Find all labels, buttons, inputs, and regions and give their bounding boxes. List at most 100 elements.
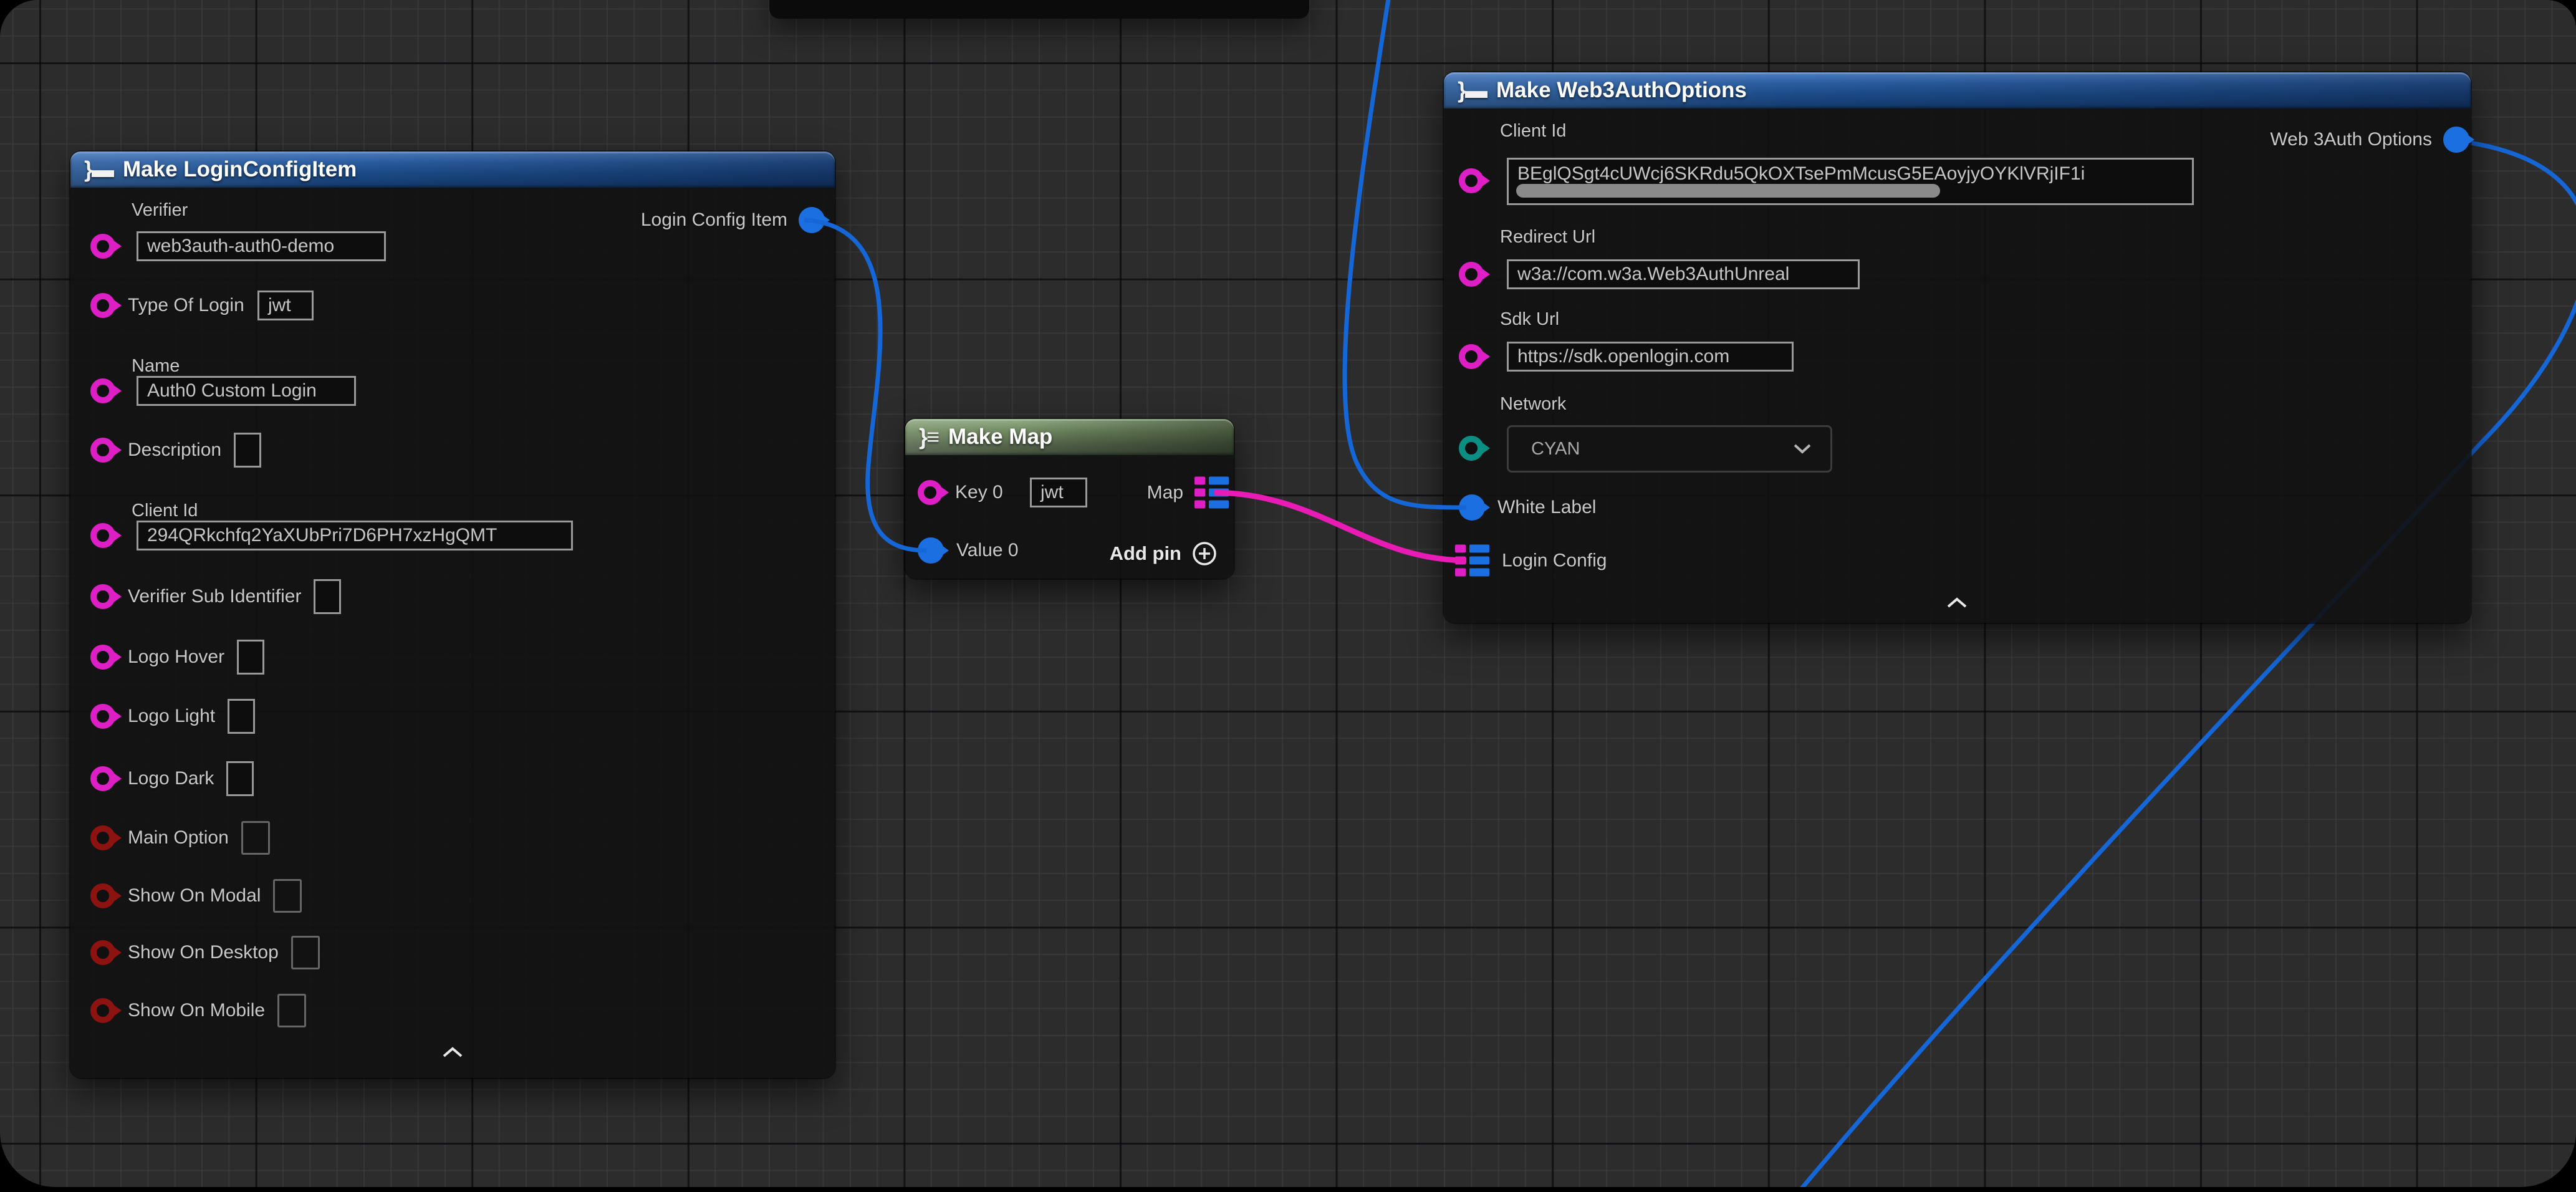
client-id-input[interactable]: 294QRkchfq2YaXUbPri7D6PH7xzHgQMT: [137, 521, 573, 550]
white-label-row: White Label: [1459, 494, 1596, 521]
redirect-url-pin[interactable]: [1459, 262, 1484, 287]
graph-canvas[interactable]: }▬ Make LoginConfigItem Login Config Ite…: [0, 0, 2576, 1187]
description-label: Description: [128, 440, 221, 461]
collapse-node-chevron-icon[interactable]: [1946, 597, 1968, 608]
offscreen-node-bottom-edge[interactable]: [769, 0, 1309, 19]
client-id-scrollbar[interactable]: [1516, 184, 1940, 198]
logo-light-pin[interactable]: [90, 704, 115, 729]
node-header-make-web3authoptions[interactable]: }▬ Make Web3AuthOptions: [1444, 72, 2471, 108]
login-config-pin[interactable]: [1455, 545, 1489, 577]
description-row: Description: [90, 433, 261, 468]
verifier-sub-identifier-row: Verifier Sub Identifier: [90, 579, 341, 614]
show-on-mobile-row: Show On Mobile: [90, 994, 306, 1027]
show-on-desktop-row: Show On Desktop: [90, 936, 320, 969]
type-of-login-row: Type Of Login: [90, 293, 244, 318]
chevron-down-icon: [1793, 443, 1812, 454]
show-on-desktop-pin[interactable]: [90, 940, 115, 965]
show-on-modal-pin[interactable]: [90, 883, 115, 908]
output-pin-label: Web 3Auth Options: [2270, 129, 2432, 150]
value0-row: Value 0: [918, 537, 1019, 564]
node-make-web3authoptions[interactable]: }▬ Make Web3AuthOptions Web 3Auth Option…: [1444, 72, 2471, 623]
redirect-url-input[interactable]: w3a://com.w3a.Web3AuthUnreal: [1507, 259, 1860, 289]
show-on-modal-checkbox[interactable]: [273, 879, 302, 913]
login-config-label: Login Config: [1502, 550, 1607, 571]
main-option-label: Main Option: [128, 827, 229, 848]
name-pin-row: [90, 378, 115, 403]
type-of-login-pin[interactable]: [90, 293, 115, 318]
name-input[interactable]: Auth0 Custom Login: [137, 376, 356, 406]
make-struct-icon: }▬: [1458, 79, 1486, 102]
name-pin[interactable]: [90, 378, 115, 403]
logo-dark-row: Logo Dark: [90, 761, 254, 796]
logo-dark-input[interactable]: [226, 761, 254, 796]
network-dropdown[interactable]: CYAN: [1507, 425, 1832, 473]
verifier-input[interactable]: web3auth-auth0-demo: [137, 231, 386, 261]
show-on-desktop-checkbox[interactable]: [291, 936, 320, 969]
blueprint-editor: }▬ Make LoginConfigItem Login Config Ite…: [0, 0, 2576, 1192]
verifier-label: Verifier: [132, 200, 188, 221]
make-struct-icon: }▬: [84, 158, 113, 181]
output-pin-row: Login Config Item: [641, 207, 825, 233]
logo-dark-pin[interactable]: [90, 766, 115, 791]
type-of-login-input[interactable]: jwt: [257, 291, 314, 320]
output-pin-row: Web 3Auth Options: [2270, 127, 2469, 153]
map-output-pin[interactable]: [1194, 477, 1229, 509]
web3auth-options-output-pin[interactable]: [2443, 127, 2469, 153]
value0-label: Value 0: [956, 540, 1019, 561]
login-config-item-output-pin[interactable]: [799, 207, 825, 233]
client-id-pin[interactable]: [90, 523, 115, 548]
sdk-url-input[interactable]: https://sdk.openlogin.com: [1507, 342, 1794, 372]
verifier-pin[interactable]: [90, 234, 115, 259]
verifier-sub-identifier-input[interactable]: [314, 579, 341, 614]
name-label: Name: [132, 356, 180, 377]
logo-light-row: Logo Light: [90, 699, 255, 734]
node-title: Make LoginConfigItem: [123, 157, 357, 182]
node-make-map[interactable]: }≡ Make Map Key 0 jwt Map Value 0 Add pi…: [905, 419, 1234, 579]
sdk-url-label: Sdk Url: [1500, 309, 1559, 330]
sdk-url-pin[interactable]: [1459, 344, 1484, 369]
description-input[interactable]: [234, 433, 261, 468]
show-on-modal-row: Show On Modal: [90, 879, 302, 913]
logo-hover-input[interactable]: [237, 640, 264, 675]
node-title: Make Map: [948, 425, 1052, 449]
add-pin-button[interactable]: Add pin: [1110, 541, 1218, 567]
main-option-row: Main Option: [90, 821, 270, 855]
node-make-loginconfigitem[interactable]: }▬ Make LoginConfigItem Login Config Ite…: [70, 151, 835, 1078]
add-pin-label: Add pin: [1110, 542, 1181, 565]
value0-pin[interactable]: [918, 537, 944, 564]
show-on-mobile-checkbox[interactable]: [277, 994, 306, 1027]
add-pin-plus-icon: [1191, 541, 1218, 567]
white-label-pin[interactable]: [1459, 494, 1485, 521]
main-option-checkbox[interactable]: [241, 821, 270, 855]
collapse-node-chevron-icon[interactable]: [442, 1047, 463, 1058]
client-id-input[interactable]: BEglQSgt4cUWcj6SKRdu5QkOXTsePmMcusG5EAoy…: [1507, 158, 2194, 205]
key0-label: Key 0: [955, 482, 1003, 503]
show-on-desktop-label: Show On Desktop: [128, 942, 279, 963]
network-pin-row: [1459, 436, 1484, 461]
main-option-pin[interactable]: [90, 825, 115, 850]
show-on-modal-label: Show On Modal: [128, 885, 261, 906]
node-header-make-loginconfigitem[interactable]: }▬ Make LoginConfigItem: [70, 151, 835, 188]
description-pin[interactable]: [90, 438, 115, 463]
show-on-mobile-pin[interactable]: [90, 998, 115, 1023]
network-label: Network: [1500, 394, 1566, 415]
output-pin-label: Login Config Item: [641, 209, 787, 231]
network-pin[interactable]: [1459, 436, 1484, 461]
show-on-mobile-label: Show On Mobile: [128, 1000, 265, 1021]
logo-hover-label: Logo Hover: [128, 646, 224, 668]
map-output-row: Map: [1147, 477, 1229, 509]
verifier-sub-identifier-label: Verifier Sub Identifier: [128, 586, 301, 607]
node-header-make-map[interactable]: }≡ Make Map: [905, 419, 1234, 455]
client-id-label: Client Id: [1500, 121, 1566, 142]
client-id-pin[interactable]: [1459, 168, 1484, 193]
logo-dark-label: Logo Dark: [128, 768, 214, 789]
logo-hover-pin[interactable]: [90, 645, 115, 670]
client-id-text: BEglQSgt4cUWcj6SKRdu5QkOXTsePmMcusG5EAoy…: [1517, 163, 2085, 185]
key0-pin[interactable]: [918, 480, 943, 505]
client-id-label: Client Id: [132, 501, 198, 521]
key0-input[interactable]: jwt: [1030, 478, 1087, 507]
verifier-sub-identifier-pin[interactable]: [90, 584, 115, 609]
logo-light-input[interactable]: [228, 699, 255, 734]
make-map-icon: }≡: [919, 426, 938, 448]
login-config-row: Login Config: [1455, 545, 1607, 577]
